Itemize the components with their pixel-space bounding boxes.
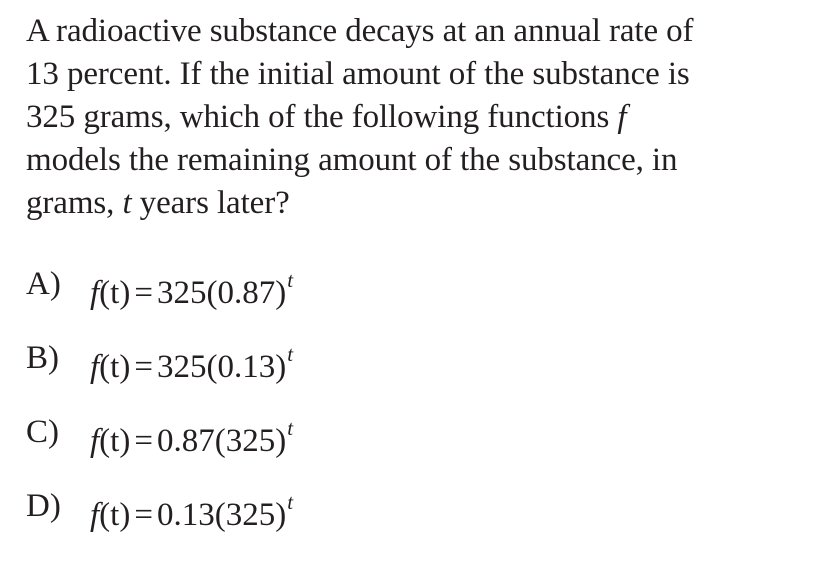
choice-expression: f(t) = 0.87(325)t — [90, 410, 293, 463]
expression-base: 325(0.87) — [156, 275, 287, 311]
function-variable: f — [617, 99, 627, 135]
equals-sign: = — [134, 349, 153, 385]
question-line-5-text: grams, — [26, 185, 123, 221]
expression-exponent: t — [287, 416, 294, 440]
equals-sign: = — [134, 275, 153, 311]
function-name: f — [90, 275, 100, 311]
choice-expression: f(t) = 325(0.87)t — [90, 262, 293, 315]
choice-letter: C) — [26, 414, 59, 450]
expression-base: 0.13(325) — [156, 497, 287, 533]
function-name: f — [90, 349, 100, 385]
function-name: f — [90, 423, 100, 459]
function-argument: (t) — [99, 497, 131, 533]
choice-c[interactable]: C) f(t) = 0.87(325)t — [26, 410, 816, 484]
choice-letter: A) — [26, 266, 61, 302]
choice-expression: f(t) = 325(0.13)t — [90, 336, 293, 389]
question-tail: years later? — [131, 185, 290, 221]
question-line-2: 13 percent. If the initial amount of the… — [26, 56, 690, 92]
answer-choices: A) f(t) = 325(0.87)t B) f(t) = 325(0.13)t C)… — [26, 262, 816, 558]
choice-a[interactable]: A) f(t) = 325(0.87)t — [26, 262, 816, 336]
function-argument: (t) — [99, 349, 131, 385]
question-text: A radioactive substance decays at an ann… — [26, 10, 816, 225]
question-line-4: models the remaining amount of the subst… — [26, 142, 678, 178]
question-line-5: grams, t years later? — [26, 182, 816, 225]
expression-exponent: t — [287, 268, 294, 292]
choice-letter: D) — [26, 488, 61, 524]
expression-base: 325(0.13) — [156, 349, 287, 385]
equals-sign: = — [134, 423, 153, 459]
function-argument: (t) — [99, 423, 131, 459]
function-name: f — [90, 497, 100, 533]
choice-letter: B) — [26, 340, 59, 376]
choice-d[interactable]: D) f(t) = 0.13(325)t — [26, 484, 816, 558]
equals-sign: = — [134, 497, 153, 533]
expression-exponent: t — [287, 490, 294, 514]
expression-exponent: t — [287, 342, 294, 366]
expression-base: 0.87(325) — [156, 423, 287, 459]
choice-b[interactable]: B) f(t) = 325(0.13)t — [26, 336, 816, 410]
question-line-3-text: 325 grams, which of the following functi… — [26, 99, 618, 135]
question-line-1: A radioactive substance decays at an ann… — [26, 13, 694, 49]
question-line-3: 325 grams, which of the following functi… — [26, 96, 816, 139]
time-variable: t — [122, 185, 132, 221]
choice-expression: f(t) = 0.13(325)t — [90, 484, 293, 537]
function-argument: (t) — [99, 275, 131, 311]
